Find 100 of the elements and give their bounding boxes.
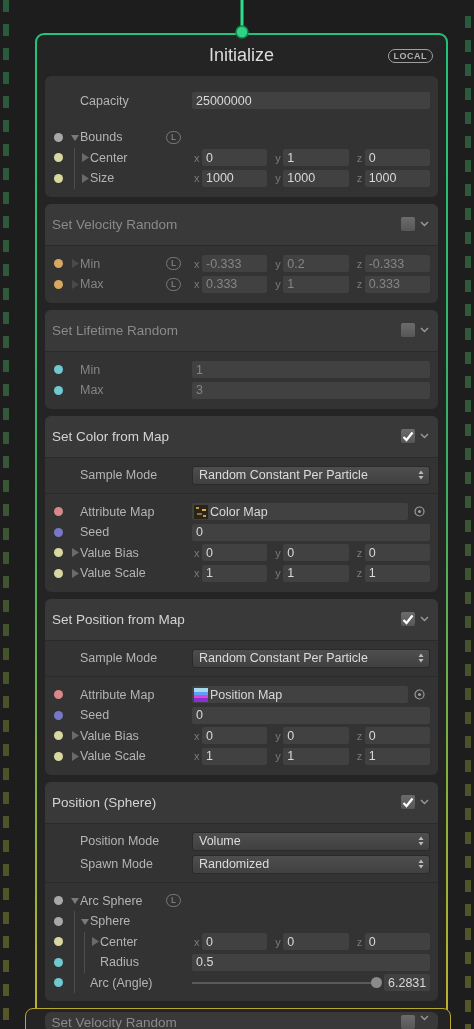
- expand-triangle-icon[interactable]: [81, 173, 89, 183]
- texture-field[interactable]: Color Map: [192, 503, 408, 521]
- expand-triangle-icon[interactable]: [81, 916, 89, 926]
- axis-label: x: [193, 546, 201, 559]
- dropdown[interactable]: Random Constant Per Particle: [192, 465, 430, 485]
- object-picker-icon[interactable]: [413, 689, 425, 701]
- value-field[interactable]: 0: [192, 523, 430, 541]
- expand-triangle-icon[interactable]: [71, 548, 79, 558]
- value-field[interactable]: 1000: [283, 169, 349, 187]
- axis-label: z: [355, 278, 364, 291]
- block-header[interactable]: Set Color from Map: [45, 415, 438, 458]
- value-field[interactable]: 1000: [202, 169, 268, 187]
- dropdown[interactable]: Volume: [192, 831, 430, 851]
- texture-field[interactable]: Position Map: [192, 686, 408, 704]
- port-connector[interactable]: [53, 153, 63, 163]
- value-field[interactable]: 0: [283, 727, 349, 745]
- value-field[interactable]: 0: [364, 933, 430, 951]
- dropdown[interactable]: Randomized: [192, 854, 430, 874]
- value-field[interactable]: 1: [283, 747, 349, 765]
- flow-connector[interactable]: [234, 0, 249, 39]
- expand-triangle-icon[interactable]: [81, 153, 89, 163]
- enable-checkbox[interactable]: [401, 612, 415, 626]
- expand-triangle-icon[interactable]: [71, 896, 79, 906]
- value-field[interactable]: 0: [202, 933, 268, 951]
- port-connector[interactable]: [53, 173, 63, 183]
- port-label: Max: [80, 277, 104, 292]
- expand-triangle-icon[interactable]: [91, 937, 99, 947]
- axis-label: x: [193, 567, 201, 580]
- port-connector[interactable]: [53, 548, 63, 558]
- axis-label: z: [355, 729, 364, 742]
- value-field[interactable]: 25000000: [192, 92, 430, 109]
- port-connector[interactable]: [53, 978, 63, 988]
- port-connector[interactable]: [53, 937, 63, 947]
- enable-checkbox[interactable]: [401, 217, 415, 231]
- port-label: Value Bias: [80, 728, 139, 743]
- value-field[interactable]: 1: [364, 747, 430, 765]
- axis-label: y: [274, 567, 282, 580]
- collapse-chevron-icon[interactable]: [420, 799, 429, 805]
- value-field[interactable]: 1: [283, 149, 349, 167]
- port-connector[interactable]: [53, 916, 63, 926]
- collapse-chevron-icon[interactable]: [420, 327, 429, 333]
- port-connector[interactable]: [53, 279, 63, 289]
- enable-checkbox[interactable]: [400, 1015, 415, 1029]
- axis-label: z: [355, 750, 364, 763]
- dropdown-arrows-icon: [418, 859, 424, 869]
- value-field[interactable]: 0: [202, 149, 268, 167]
- value-field[interactable]: 0: [364, 727, 430, 745]
- value-field[interactable]: 1: [364, 564, 430, 582]
- collapse-chevron-icon[interactable]: [420, 433, 429, 439]
- enable-checkbox[interactable]: [401, 795, 415, 809]
- dropdown[interactable]: Random Constant Per Particle: [192, 648, 430, 668]
- axis-label: y: [274, 278, 282, 291]
- value-field[interactable]: 1: [202, 747, 268, 765]
- enable-checkbox[interactable]: [401, 323, 415, 337]
- value-field[interactable]: 0.5: [192, 953, 430, 971]
- port-connector[interactable]: [53, 731, 63, 741]
- port-connector[interactable]: [53, 385, 63, 395]
- value-field[interactable]: 0: [192, 706, 430, 724]
- value-field[interactable]: 1000: [364, 169, 430, 187]
- object-picker-icon[interactable]: [413, 506, 425, 518]
- expand-triangle-icon[interactable]: [71, 731, 79, 741]
- setting-label: Position Mode: [80, 834, 160, 848]
- value-field[interactable]: 1: [202, 564, 268, 582]
- collapse-chevron-icon[interactable]: [420, 221, 429, 227]
- dropdown-arrows-icon: [418, 836, 424, 846]
- value-field[interactable]: 0: [364, 544, 430, 562]
- expand-triangle-icon[interactable]: [71, 132, 79, 142]
- block-header[interactable]: Set Position from Map: [45, 598, 438, 641]
- port-connector[interactable]: [53, 568, 63, 578]
- port-label: Attribute Map: [80, 687, 155, 702]
- port-connector[interactable]: [53, 507, 63, 517]
- port-label: Arc (Angle): [90, 975, 153, 990]
- value-field[interactable]: 0: [283, 544, 349, 562]
- port-connector[interactable]: [53, 896, 63, 906]
- expand-triangle-icon[interactable]: [71, 751, 79, 761]
- enable-checkbox[interactable]: [401, 429, 415, 443]
- port-connector[interactable]: [53, 957, 63, 967]
- slider-thumb[interactable]: [370, 977, 382, 989]
- value-field[interactable]: 1: [283, 564, 349, 582]
- axis-label: z: [355, 567, 364, 580]
- expand-triangle-icon[interactable]: [71, 568, 79, 578]
- value-field[interactable]: 0: [283, 933, 349, 951]
- block-title: Set Position from Map: [52, 611, 186, 627]
- dropdown-arrows-icon: [418, 653, 424, 663]
- port-connector[interactable]: [53, 259, 63, 269]
- value-field[interactable]: 6.2831: [384, 974, 430, 992]
- port-connector[interactable]: [53, 365, 63, 375]
- value-field[interactable]: 0: [202, 544, 268, 562]
- setting-label: Spawn Mode: [80, 857, 153, 871]
- port-label: Seed: [80, 525, 110, 540]
- collapse-chevron-icon[interactable]: [420, 616, 429, 622]
- collapse-chevron-icon[interactable]: [419, 1015, 429, 1021]
- block-header[interactable]: Position (Sphere): [45, 781, 438, 824]
- port-connector[interactable]: [53, 690, 63, 700]
- node-title: Initialize: [209, 45, 274, 66]
- block-title: Set Velocity Random: [51, 1015, 178, 1029]
- port-connector[interactable]: [53, 132, 63, 142]
- value-field[interactable]: 0: [202, 727, 268, 745]
- value-field[interactable]: 0: [364, 149, 430, 167]
- port-connector[interactable]: [53, 751, 63, 761]
